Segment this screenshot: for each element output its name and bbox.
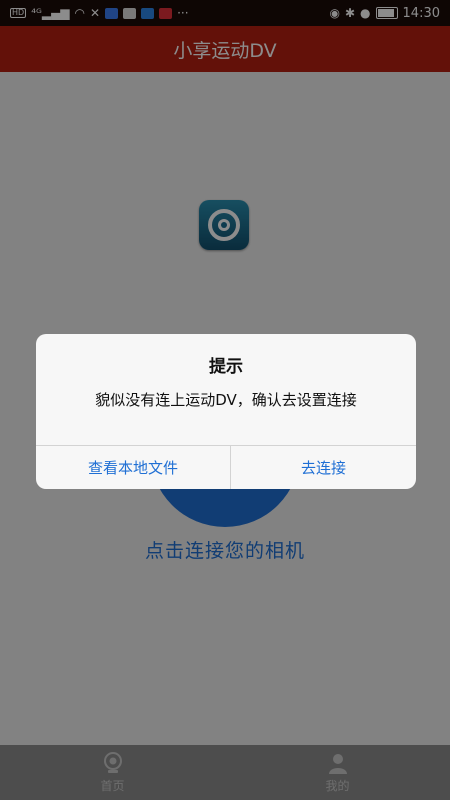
- view-local-files-button[interactable]: 查看本地文件: [36, 446, 230, 489]
- alert-dialog: 提示 貌似没有连上运动DV，确认去设置连接 查看本地文件 去连接: [36, 334, 416, 489]
- dialog-message: 貌似没有连上运动DV，确认去设置连接: [95, 391, 357, 409]
- go-connect-button[interactable]: 去连接: [231, 446, 416, 489]
- dialog-title: 提示: [209, 357, 243, 377]
